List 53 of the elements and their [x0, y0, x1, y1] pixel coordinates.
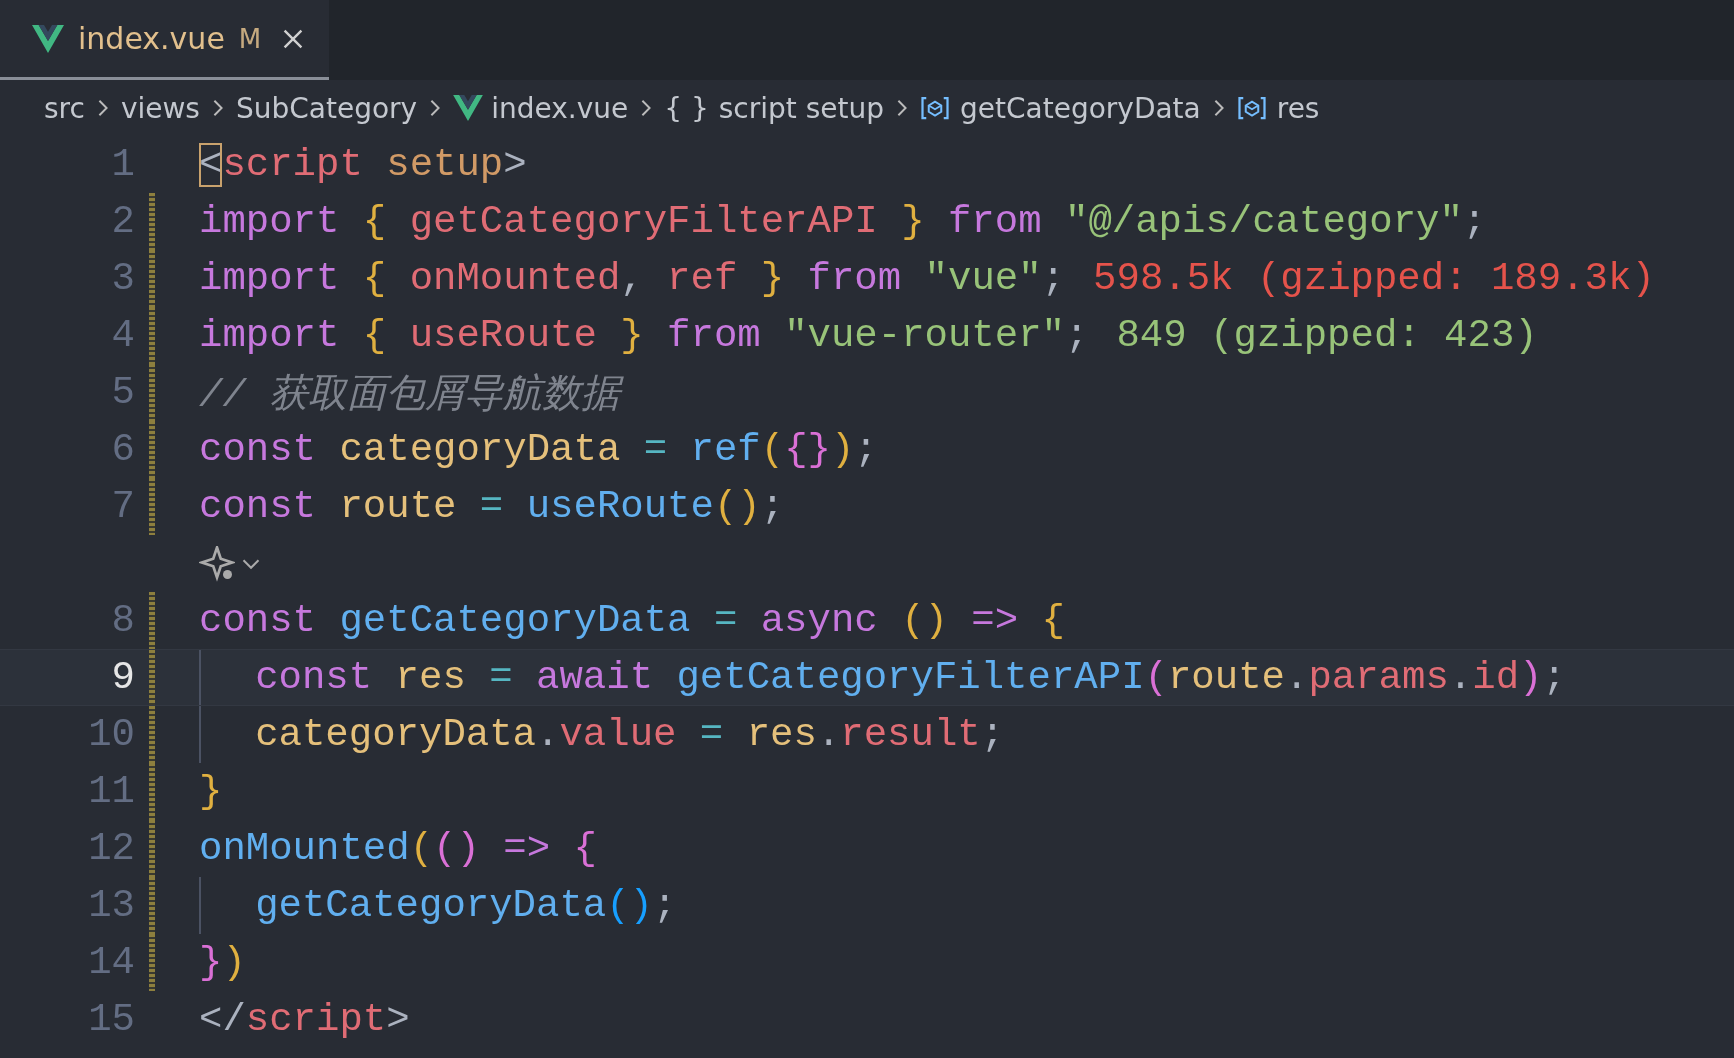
editor-tab[interactable]: index.vue M [0, 0, 330, 80]
code-line: getCategoryData(); [255, 883, 677, 928]
code-line: </script> [199, 997, 410, 1042]
line-number: 8 [111, 598, 135, 643]
modified-indicator: M [238, 23, 262, 54]
vue-logo-icon [453, 95, 484, 121]
chevron-right-icon [640, 98, 653, 118]
code-line: const res = await getCategoryFilterAPI(route.params.id); [255, 655, 1566, 700]
breadcrumb-item[interactable]: SubCategory [235, 91, 418, 125]
line-number: 4 [111, 313, 135, 358]
breadcrumb-item[interactable]: index.vue [491, 91, 629, 125]
code-line: const categoryData = ref({}); [199, 427, 878, 472]
chevron-right-icon [1212, 98, 1225, 118]
code-line: onMounted(() => { [199, 826, 597, 871]
line-number: 6 [111, 427, 135, 472]
line-number: 12 [88, 826, 135, 871]
line-number: 7 [111, 484, 135, 529]
line-number: 1 [111, 142, 135, 187]
code-line: <script setup> [199, 142, 527, 187]
code-line: import { getCategoryFilterAPI } from "@/apis/category"; [199, 199, 1487, 244]
breadcrumb-item[interactable]: res [1276, 91, 1320, 125]
tab-filename: index.vue [78, 21, 225, 56]
line-number: 5 [111, 370, 135, 415]
line-number: 10 [88, 712, 135, 757]
code-line: }) [199, 940, 246, 985]
code-line: } [199, 769, 223, 814]
line-number: 13 [88, 883, 135, 928]
line-number: 2 [111, 199, 135, 244]
code-line: import { useRoute } from "vue-router"; [199, 313, 1089, 358]
chevron-right-icon [896, 98, 908, 118]
chevron-right-icon [429, 98, 442, 118]
breadcrumb-item[interactable]: getCategoryData [960, 91, 1201, 125]
line-number: 14 [88, 940, 135, 985]
import-cost: 598.5k (gzipped: 189.3k) [1093, 256, 1655, 301]
line-number: 3 [111, 256, 135, 301]
vue-logo-icon [32, 24, 64, 53]
code-line: const getCategoryData = async () => { [199, 598, 1065, 643]
line-number: 11 [88, 769, 135, 814]
chevron-right-icon [96, 98, 109, 118]
sparkle-icon[interactable] [199, 545, 235, 582]
code-line: categoryData.value = res.result; [255, 712, 1005, 757]
variable-icon [1236, 95, 1267, 121]
breadcrumb-item[interactable]: views [120, 91, 200, 125]
import-cost: 849 (gzipped: 423) [1116, 313, 1538, 358]
braces-symbol: { } [664, 91, 709, 125]
line-number: 9 [111, 655, 135, 700]
chevron-right-icon [211, 98, 224, 118]
breadcrumb-item[interactable]: script setup [718, 91, 884, 125]
code-line: import { onMounted, ref } from "vue"; [199, 256, 1065, 301]
breadcrumb-item[interactable]: src [44, 91, 85, 125]
code-line: const route = useRoute(); [199, 484, 785, 529]
variable-icon [920, 95, 950, 121]
line-number: 15 [88, 997, 135, 1042]
